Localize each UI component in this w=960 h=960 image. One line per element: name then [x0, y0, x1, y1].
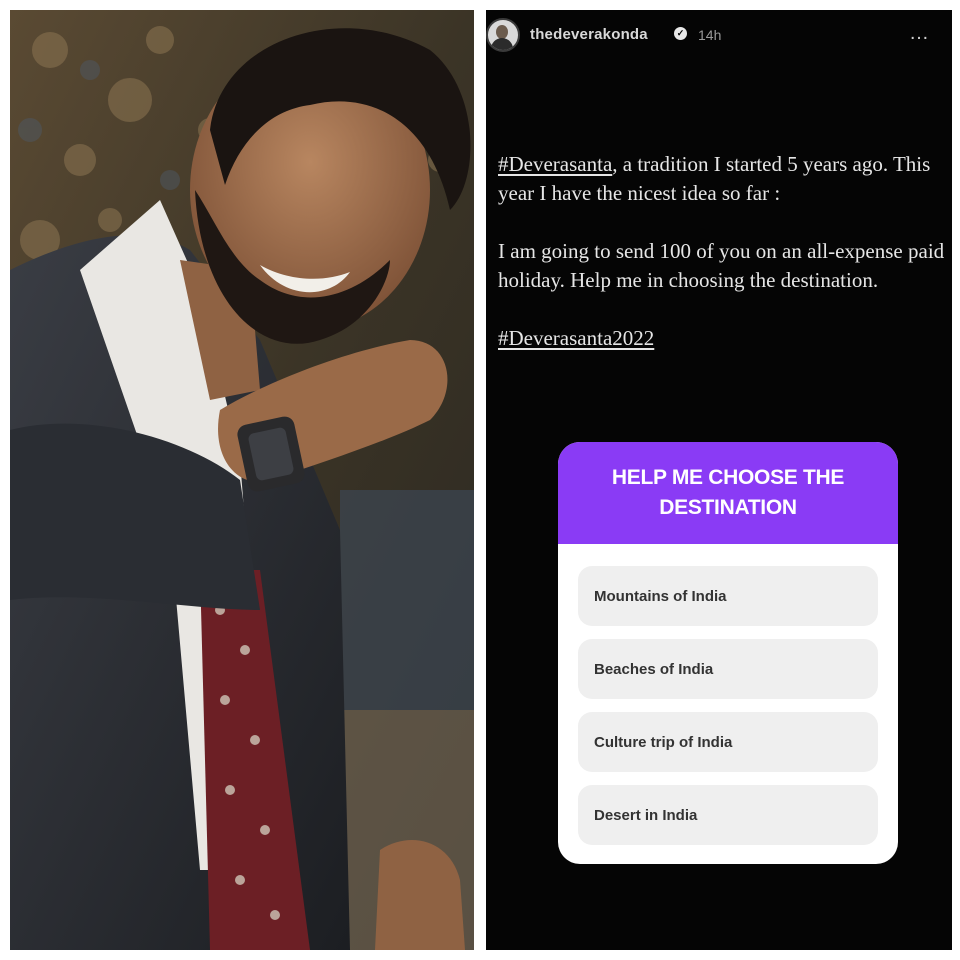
- poll-option-culture[interactable]: Culture trip of India: [578, 712, 878, 772]
- poll-option-label: Culture trip of India: [594, 733, 733, 751]
- story-paragraph-3: #Deverasanta2022: [498, 324, 950, 353]
- story-paragraph-2: I am going to send 100 of you on an all-…: [498, 239, 945, 292]
- avatar[interactable]: [486, 18, 520, 52]
- poll-option-desert[interactable]: Desert in India: [578, 785, 878, 845]
- hashtag-deverasanta2022[interactable]: #Deverasanta2022: [498, 326, 654, 350]
- poll-question: HELP ME CHOOSE THE DESTINATION: [611, 466, 845, 519]
- poll-option-mountains[interactable]: Mountains of India: [578, 566, 878, 626]
- story-text: #Deverasanta, a tradition I started 5 ye…: [498, 150, 950, 382]
- portrait-photo: [10, 10, 474, 950]
- story-panel: thedeverakonda ✓ 14h … #Deverasanta, a t…: [486, 10, 952, 950]
- poll-options: Mountains of India Beaches of India Cult…: [558, 544, 898, 845]
- post-time: 14h: [698, 27, 722, 43]
- more-options-icon[interactable]: …: [909, 22, 930, 45]
- avatar-face: [496, 25, 508, 39]
- poll-option-label: Mountains of India: [594, 587, 727, 605]
- story-header: thedeverakonda ✓ 14h …: [486, 10, 952, 60]
- story-paragraph-1: #Deverasanta, a tradition I started 5 ye…: [498, 150, 950, 208]
- portrait-photo-illustration: [10, 10, 474, 950]
- poll-option-beaches[interactable]: Beaches of India: [578, 639, 878, 699]
- poll-option-label: Desert in India: [594, 806, 698, 824]
- poll-header: HELP ME CHOOSE THE DESTINATION: [558, 442, 898, 544]
- verified-badge-icon: ✓: [674, 27, 687, 40]
- avatar-body: [491, 38, 513, 50]
- poll-sticker: HELP ME CHOOSE THE DESTINATION Mountains…: [558, 442, 898, 864]
- poll-option-label: Beaches of India: [594, 660, 714, 678]
- hashtag-deverasanta[interactable]: #Deverasanta: [498, 152, 612, 176]
- username[interactable]: thedeverakonda: [530, 26, 648, 43]
